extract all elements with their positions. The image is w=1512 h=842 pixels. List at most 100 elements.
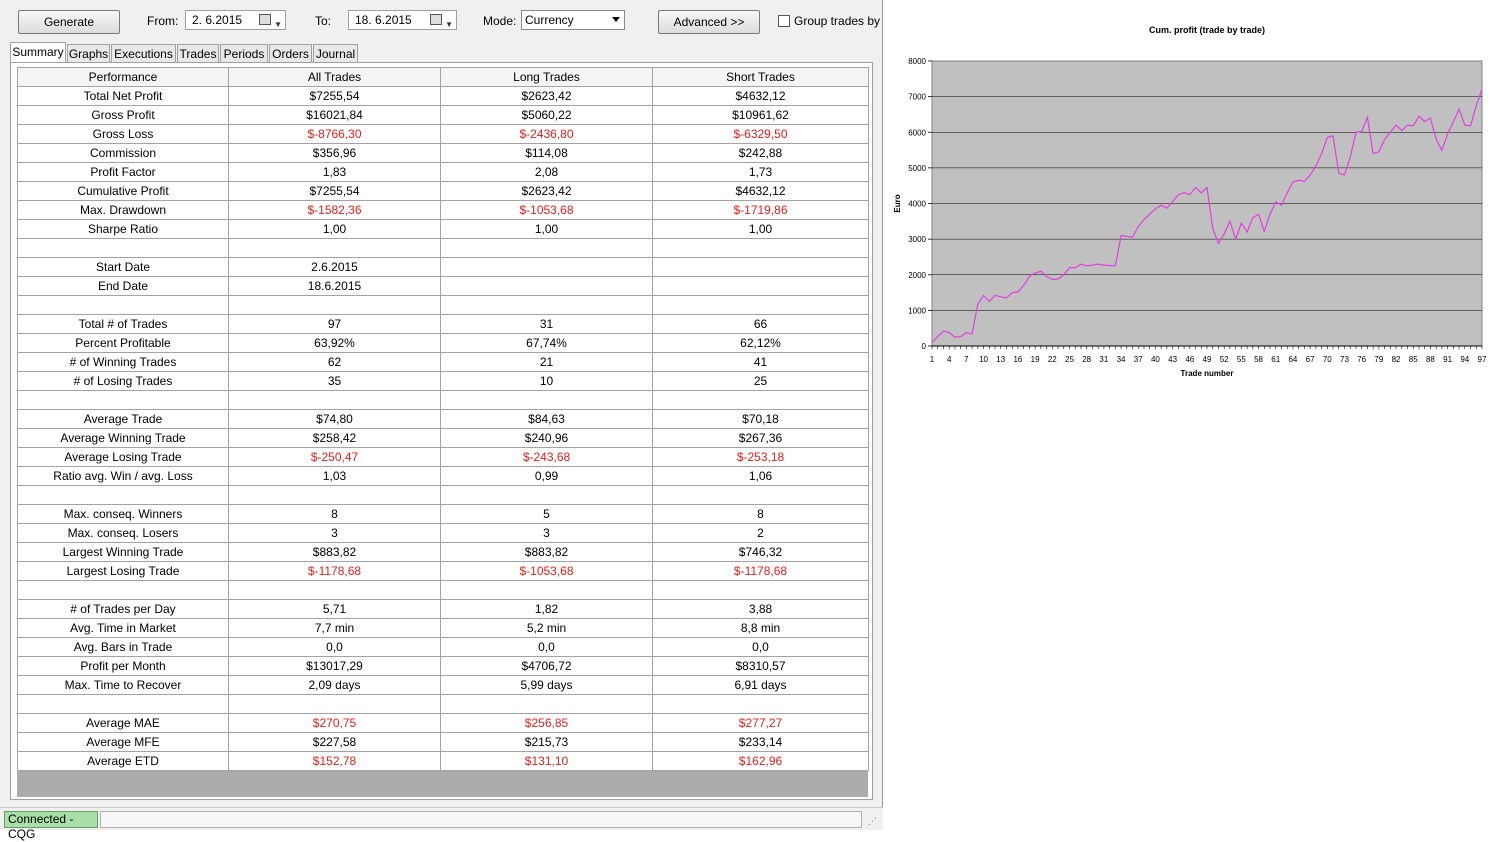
metric-value: 62,12%	[652, 333, 869, 353]
metric-value: $256,85	[440, 713, 653, 733]
metric-label: Average Winning Trade	[17, 428, 229, 448]
table-row: Sharpe Ratio 1,00 1,00 1,00	[17, 219, 869, 239]
table-row	[17, 295, 869, 315]
column-header[interactable]: Short Trades	[652, 67, 869, 87]
tab-trades[interactable]: Trades	[177, 44, 219, 63]
to-date-picker[interactable]: 18. 6.2015 ▼	[348, 10, 457, 30]
metric-value: 1,73	[652, 162, 869, 182]
mode-select[interactable]: Currency	[521, 10, 625, 30]
x-tick-label: 70	[1323, 355, 1332, 364]
metric-value: $-6329,50	[652, 124, 869, 144]
table-row	[17, 580, 869, 600]
metric-label: Gross Profit	[17, 105, 229, 125]
y-tick-label: 2000	[908, 271, 926, 280]
metric-value: 35	[228, 371, 441, 391]
tab-journal[interactable]: Journal	[313, 44, 358, 63]
metric-value: 1,00	[440, 219, 653, 239]
x-tick-label: 73	[1340, 355, 1349, 364]
column-header[interactable]: All Trades	[228, 67, 441, 87]
table-row: Profit per Month $13017,29 $4706,72 $8310,5…	[17, 656, 869, 676]
metric-value: $16021,84	[228, 105, 441, 125]
tab-summary[interactable]: Summary	[10, 42, 66, 63]
table-row: Average Losing Trade $-250,47 $-243,68 $-25…	[17, 447, 869, 467]
x-tick-label: 82	[1392, 355, 1401, 364]
metric-value	[440, 238, 653, 258]
generate-button[interactable]: Generate	[18, 10, 120, 34]
x-tick-label: 49	[1203, 355, 1212, 364]
metric-label: Largest Winning Trade	[17, 542, 229, 562]
x-tick-label: 97	[1478, 355, 1487, 364]
metric-value: 31	[440, 314, 653, 334]
metric-value: 1,03	[228, 466, 441, 486]
status-bar: Connected - CQG ⋰	[0, 807, 883, 841]
metric-label: Total Net Profit	[17, 86, 229, 106]
metric-value: $-250,47	[228, 447, 441, 467]
metric-value: 7,7 min	[228, 618, 441, 638]
table-row: Cumulative Profit $7255,54 $2623,42 $4632,1…	[17, 181, 869, 201]
metric-value: $5060,22	[440, 105, 653, 125]
table-row	[17, 390, 869, 410]
x-tick-label: 40	[1151, 355, 1160, 364]
table-row: Commission $356,96 $114,08 $242,88	[17, 143, 869, 163]
x-tick-label: 1	[930, 355, 935, 364]
table-row: Start Date 2.6.2015	[17, 257, 869, 277]
metric-value: $-1178,68	[652, 561, 869, 581]
x-tick-label: 52	[1220, 355, 1229, 364]
table-row: Average Trade $74,80 $84,63 $70,18	[17, 409, 869, 429]
table-row: Total # of Trades 97 31 66	[17, 314, 869, 334]
advanced-button[interactable]: Advanced >>	[658, 10, 760, 34]
chevron-down-icon	[612, 17, 620, 22]
tab-orders[interactable]: Orders	[269, 44, 312, 63]
column-header[interactable]: Performance	[17, 67, 229, 87]
performance-table: Performance All Trades Long Trades Short Tr…	[17, 67, 869, 771]
metric-value: 1,00	[652, 219, 869, 239]
metric-value	[652, 238, 869, 258]
x-tick-label: 79	[1374, 355, 1383, 364]
table-row: Average ETD $152,78 $131,10 $162,96	[17, 751, 869, 771]
calendar-icon[interactable]	[430, 14, 442, 25]
metric-value	[228, 238, 441, 258]
metric-value	[652, 694, 869, 714]
from-date-value: 2. 6.2015	[192, 13, 243, 27]
metric-label: Average Trade	[17, 409, 229, 429]
tab-graphs[interactable]: Graphs	[67, 44, 110, 63]
metric-label: Profit per Month	[17, 656, 229, 676]
metric-value	[652, 257, 869, 277]
x-tick-label: 13	[996, 355, 1005, 364]
metric-value: 5	[440, 504, 653, 524]
column-header[interactable]: Long Trades	[440, 67, 653, 87]
chevron-down-icon[interactable]: ▼	[445, 16, 453, 34]
resize-grip-icon[interactable]: ⋰	[868, 816, 877, 827]
from-date-picker[interactable]: 2. 6.2015 ▼	[185, 10, 286, 30]
metric-label: Avg. Time in Market	[17, 618, 229, 638]
from-label: From:	[147, 14, 179, 28]
metric-value: 63,92%	[228, 333, 441, 353]
tab-executions[interactable]: Executions	[111, 44, 176, 63]
x-tick-label: 88	[1426, 355, 1435, 364]
metric-value: $-253,18	[652, 447, 869, 467]
tab-periods[interactable]: Periods	[220, 44, 268, 63]
table-row: Average MAE $270,75 $256,85 $277,27	[17, 713, 869, 733]
metric-label: Average Losing Trade	[17, 447, 229, 467]
metric-label: End Date	[17, 276, 229, 296]
metric-value: $215,73	[440, 732, 653, 752]
metric-value	[440, 276, 653, 296]
mode-label: Mode:	[483, 14, 517, 28]
metric-label: Start Date	[17, 257, 229, 277]
summary-grid[interactable]: Performance All Trades Long Trades Short Tr…	[17, 67, 869, 797]
metric-value	[440, 257, 653, 277]
metric-value: $883,82	[228, 542, 441, 562]
x-tick-label: 16	[1013, 355, 1022, 364]
table-row: Percent Profitable 63,92% 67,74% 62,12%	[17, 333, 869, 353]
metric-label: Average ETD	[17, 751, 229, 771]
calendar-icon[interactable]	[259, 14, 271, 25]
group-trades-checkbox[interactable]	[778, 15, 790, 27]
metric-value: 8	[228, 504, 441, 524]
table-row: Max. Time to Recover 2,09 days 5,99 days 6,…	[17, 675, 869, 695]
y-tick-label: 5000	[908, 164, 926, 173]
metric-value: 6,91 days	[652, 675, 869, 695]
y-tick-label: 6000	[908, 128, 926, 137]
metric-label: Gross Loss	[17, 124, 229, 144]
chevron-down-icon[interactable]: ▼	[274, 16, 282, 34]
y-tick-label: 3000	[908, 235, 926, 244]
